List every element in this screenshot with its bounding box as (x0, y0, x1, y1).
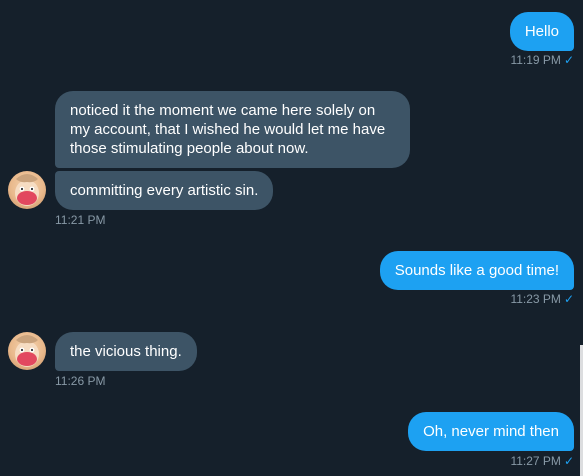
message-timestamp: 11:19 PM ✓ (510, 53, 574, 67)
incoming-message[interactable]: noticed it the moment we came here solel… (55, 91, 410, 168)
message-timestamp: 11:21 PM (55, 213, 105, 227)
timestamp-text: 11:23 PM (510, 292, 561, 306)
message-timestamp: 11:27 PM ✓ (510, 454, 574, 468)
timestamp-text: 11:26 PM (55, 374, 106, 388)
checkmark-icon: ✓ (563, 53, 574, 67)
user-avatar-icon[interactable] (8, 332, 46, 370)
avatar-face-icon (15, 335, 39, 367)
incoming-message[interactable]: committing every artistic sin. (55, 171, 274, 210)
message-timestamp: 11:23 PM ✓ (510, 292, 574, 306)
user-avatar-icon[interactable] (8, 171, 46, 209)
message-thread: Hello 11:19 PM ✓ noticed it the moment we… (0, 0, 583, 476)
avatar-face-icon (15, 174, 39, 206)
timestamp-text: 11:19 PM (510, 53, 561, 67)
outgoing-message[interactable]: Sounds like a good time! (379, 251, 574, 290)
checkmark-icon: ✓ (563, 292, 574, 306)
outgoing-message[interactable]: Oh, never mind then (408, 412, 574, 451)
checkmark-icon: ✓ (563, 454, 574, 468)
timestamp-text: 11:21 PM (55, 213, 106, 227)
incoming-message[interactable]: the vicious thing. (55, 332, 197, 371)
message-timestamp: 11:26 PM (55, 374, 105, 388)
timestamp-text: 11:27 PM (510, 454, 561, 468)
outgoing-message[interactable]: Hello (509, 12, 574, 51)
